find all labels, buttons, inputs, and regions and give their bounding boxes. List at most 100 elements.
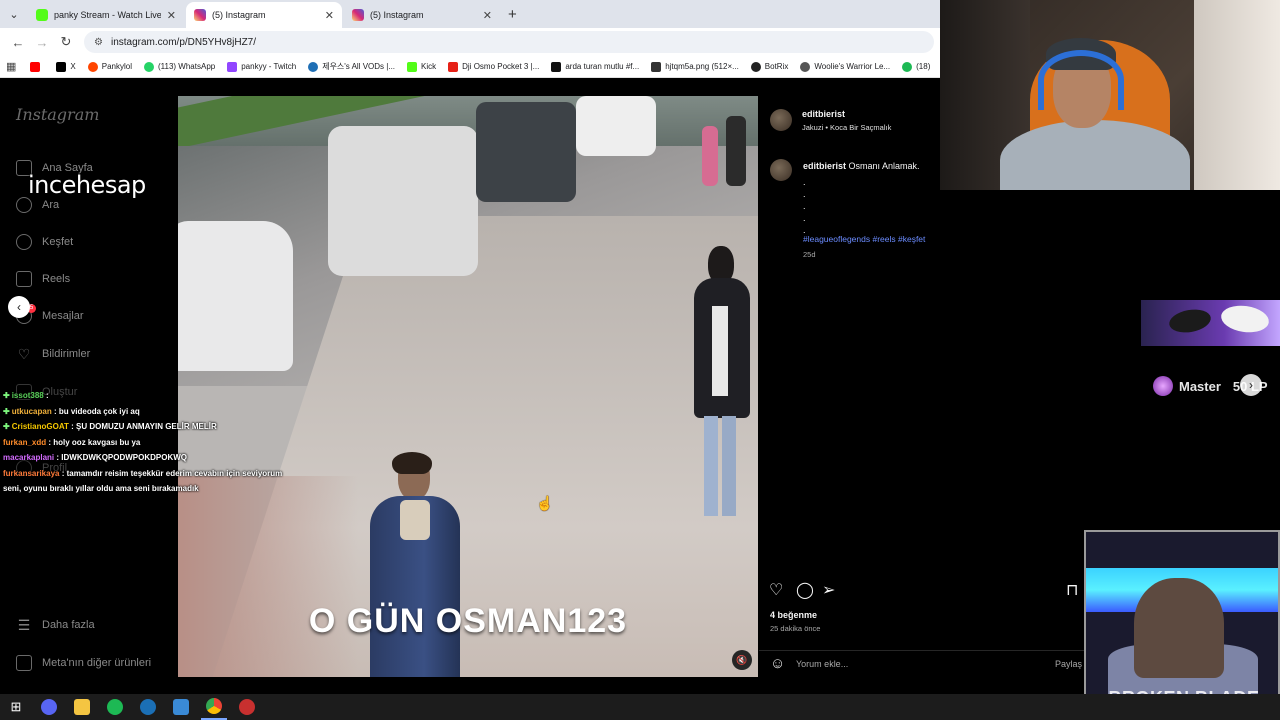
instagram-logo[interactable]: Instagram [16, 105, 99, 124]
caption-dot: . [803, 177, 806, 187]
close-tab-icon[interactable]: ✕ [167, 9, 176, 22]
league-client-icon[interactable] [234, 694, 260, 720]
audio-subtitle[interactable]: Jakuzi • Koca Bir Saçmalık [802, 123, 891, 132]
webcam-shirt [1000, 120, 1190, 190]
bookmark-twitch[interactable]: pankyy - Twitch [227, 61, 296, 72]
master-rank-icon [1153, 376, 1173, 396]
post-video[interactable]: O GÜN OSMAN123 🔇 [178, 96, 758, 677]
bookmark-x[interactable]: X [56, 61, 76, 72]
tab-instagram-2[interactable]: (5) Instagram ✕ [344, 2, 500, 28]
nav-meta[interactable]: Meta'nın diğer ürünleri [16, 655, 151, 671]
nav-explore[interactable]: Keşfet [16, 234, 73, 250]
caption-dot: . [803, 189, 806, 199]
video-car-white-front [178, 221, 293, 371]
comment-box: ☺ Yorum ekle... Paylaş [759, 650, 1091, 680]
chat-badge-icon: ✚ [3, 406, 10, 416]
post-comment-button[interactable]: Paylaş [1055, 659, 1082, 669]
chat-badge-icon: ✚ [3, 391, 10, 400]
bookmark-arda[interactable]: arda turan mutlu #f... [551, 61, 639, 72]
network-app-icon[interactable] [168, 694, 194, 720]
comment-input[interactable]: Yorum ekle... [796, 659, 848, 669]
video-woman-leg-right [722, 416, 736, 516]
video-car-dark [476, 102, 576, 202]
twitch-icon [227, 61, 238, 72]
site-settings-icon[interactable]: ⚙ [94, 37, 103, 48]
chat-message: furkansarikaya : tamamdır reisim teşekkü… [3, 468, 283, 478]
nav-reels[interactable]: Reels [16, 271, 70, 287]
nav-search[interactable]: Ara [16, 197, 59, 213]
caption-username[interactable]: editbierist [803, 161, 846, 171]
author-username[interactable]: editbierist [802, 109, 845, 119]
nav-notifications[interactable]: ♡ Bildirimler [16, 346, 91, 362]
address-bar[interactable]: ⚙ instagram.com/p/DN5YHv8jHZ7/ [84, 31, 934, 53]
tiktok-icon [551, 61, 562, 72]
previous-post-chevron-icon[interactable]: ‹ [8, 296, 30, 318]
mute-toggle-icon[interactable]: 🔇 [732, 650, 752, 670]
back-arrow-icon[interactable]: ← [6, 35, 30, 50]
video-woman-leg-left [704, 416, 718, 516]
video-man-hair [392, 452, 432, 474]
video-woman-shirt [712, 306, 728, 396]
bookmark-youtube[interactable] [30, 61, 44, 72]
white-mouse-image [1219, 302, 1271, 336]
reload-icon[interactable]: ↻ [54, 34, 78, 50]
close-tab-icon[interactable]: ✕ [483, 9, 492, 22]
player-webcam-head [1134, 578, 1224, 678]
video-man-collar [400, 500, 430, 540]
bookmark-botrix[interactable]: BotRix [750, 61, 788, 72]
caption-avatar[interactable] [770, 159, 792, 181]
share-send-icon[interactable]: ➢ [822, 580, 835, 600]
bookmark-pankylol[interactable]: Pankylol [87, 61, 132, 72]
apps-grid-icon[interactable]: ▦ [6, 60, 16, 73]
menu-icon: ☰ [17, 617, 31, 633]
nav-more[interactable]: ☰ Daha fazla [16, 617, 95, 633]
steam-icon[interactable] [135, 694, 161, 720]
x-icon [56, 61, 67, 72]
search-icon [16, 197, 32, 213]
windows-taskbar: ⊞ [0, 694, 1280, 720]
tab-kick[interactable]: panky Stream - Watch Live on K ✕ [28, 2, 184, 28]
black-mouse-image [1167, 306, 1213, 336]
forward-arrow-icon[interactable]: → [30, 35, 54, 50]
video-red-area [178, 476, 358, 677]
bookmark-whatsapp[interactable]: (113) WhatsApp [144, 61, 215, 72]
emoji-smiley-icon[interactable]: ☺ [770, 655, 785, 672]
windows-start-icon[interactable]: ⊞ [3, 694, 29, 720]
new-tab-plus-icon[interactable]: + [508, 6, 517, 23]
bookmark-icon [902, 61, 913, 72]
bookmark-zeus-vods[interactable]: 제우스's All VODs |... [308, 61, 395, 72]
discord-icon[interactable] [36, 694, 62, 720]
spotify-icon[interactable] [102, 694, 128, 720]
bookmark-woolie[interactable]: Woolie's Warrior Le... [800, 61, 890, 72]
whatsapp-icon [144, 61, 154, 72]
save-bookmark-icon[interactable]: ⊓ [1066, 580, 1078, 600]
caption-text: Osmanı Anlamak. [848, 161, 920, 171]
tab-instagram-active[interactable]: (5) Instagram ✕ [186, 2, 342, 28]
kick-icon [407, 61, 418, 72]
bookmark-dji[interactable]: Dji Osmo Pocket 3 |... [448, 61, 539, 72]
url-text: instagram.com/p/DN5YHv8jHZ7/ [110, 36, 257, 48]
instagram-favicon-icon [352, 9, 364, 21]
video-caption-text: O GÜN OSMAN123 [308, 602, 628, 640]
author-avatar[interactable] [770, 109, 792, 131]
close-tab-icon[interactable]: ✕ [325, 9, 334, 22]
tab-search-chevron-icon[interactable]: ⌄ [2, 3, 26, 25]
rank-tier: Master [1179, 378, 1221, 394]
hand-cursor-icon: ☝ [536, 495, 554, 511]
chrome-icon[interactable] [201, 694, 227, 720]
comment-bubble-icon[interactable]: ◯ [796, 580, 814, 600]
image-icon [651, 61, 662, 72]
bookmark-image[interactable]: hjtqm5a.png (512×... [651, 61, 739, 72]
file-explorer-icon[interactable] [69, 694, 95, 720]
video-background-people [702, 116, 752, 186]
bookmark-kick[interactable]: Kick [407, 61, 436, 72]
like-heart-icon[interactable]: ♡ [769, 580, 783, 600]
bookmark-18[interactable]: (18) [902, 61, 930, 72]
bookmarks-bar: ▦ X Pankylol (113) WhatsApp pankyy - Twi… [0, 56, 940, 78]
caption-hashtags[interactable]: #leagueoflegends #reels #keşfet [803, 234, 925, 244]
next-post-chevron-icon[interactable]: › [1240, 374, 1262, 396]
caption-dot: . [803, 213, 806, 223]
instagram-favicon-icon [194, 9, 206, 21]
webcam-wall-right [1194, 0, 1280, 190]
like-count[interactable]: 4 beğenme [770, 610, 817, 620]
